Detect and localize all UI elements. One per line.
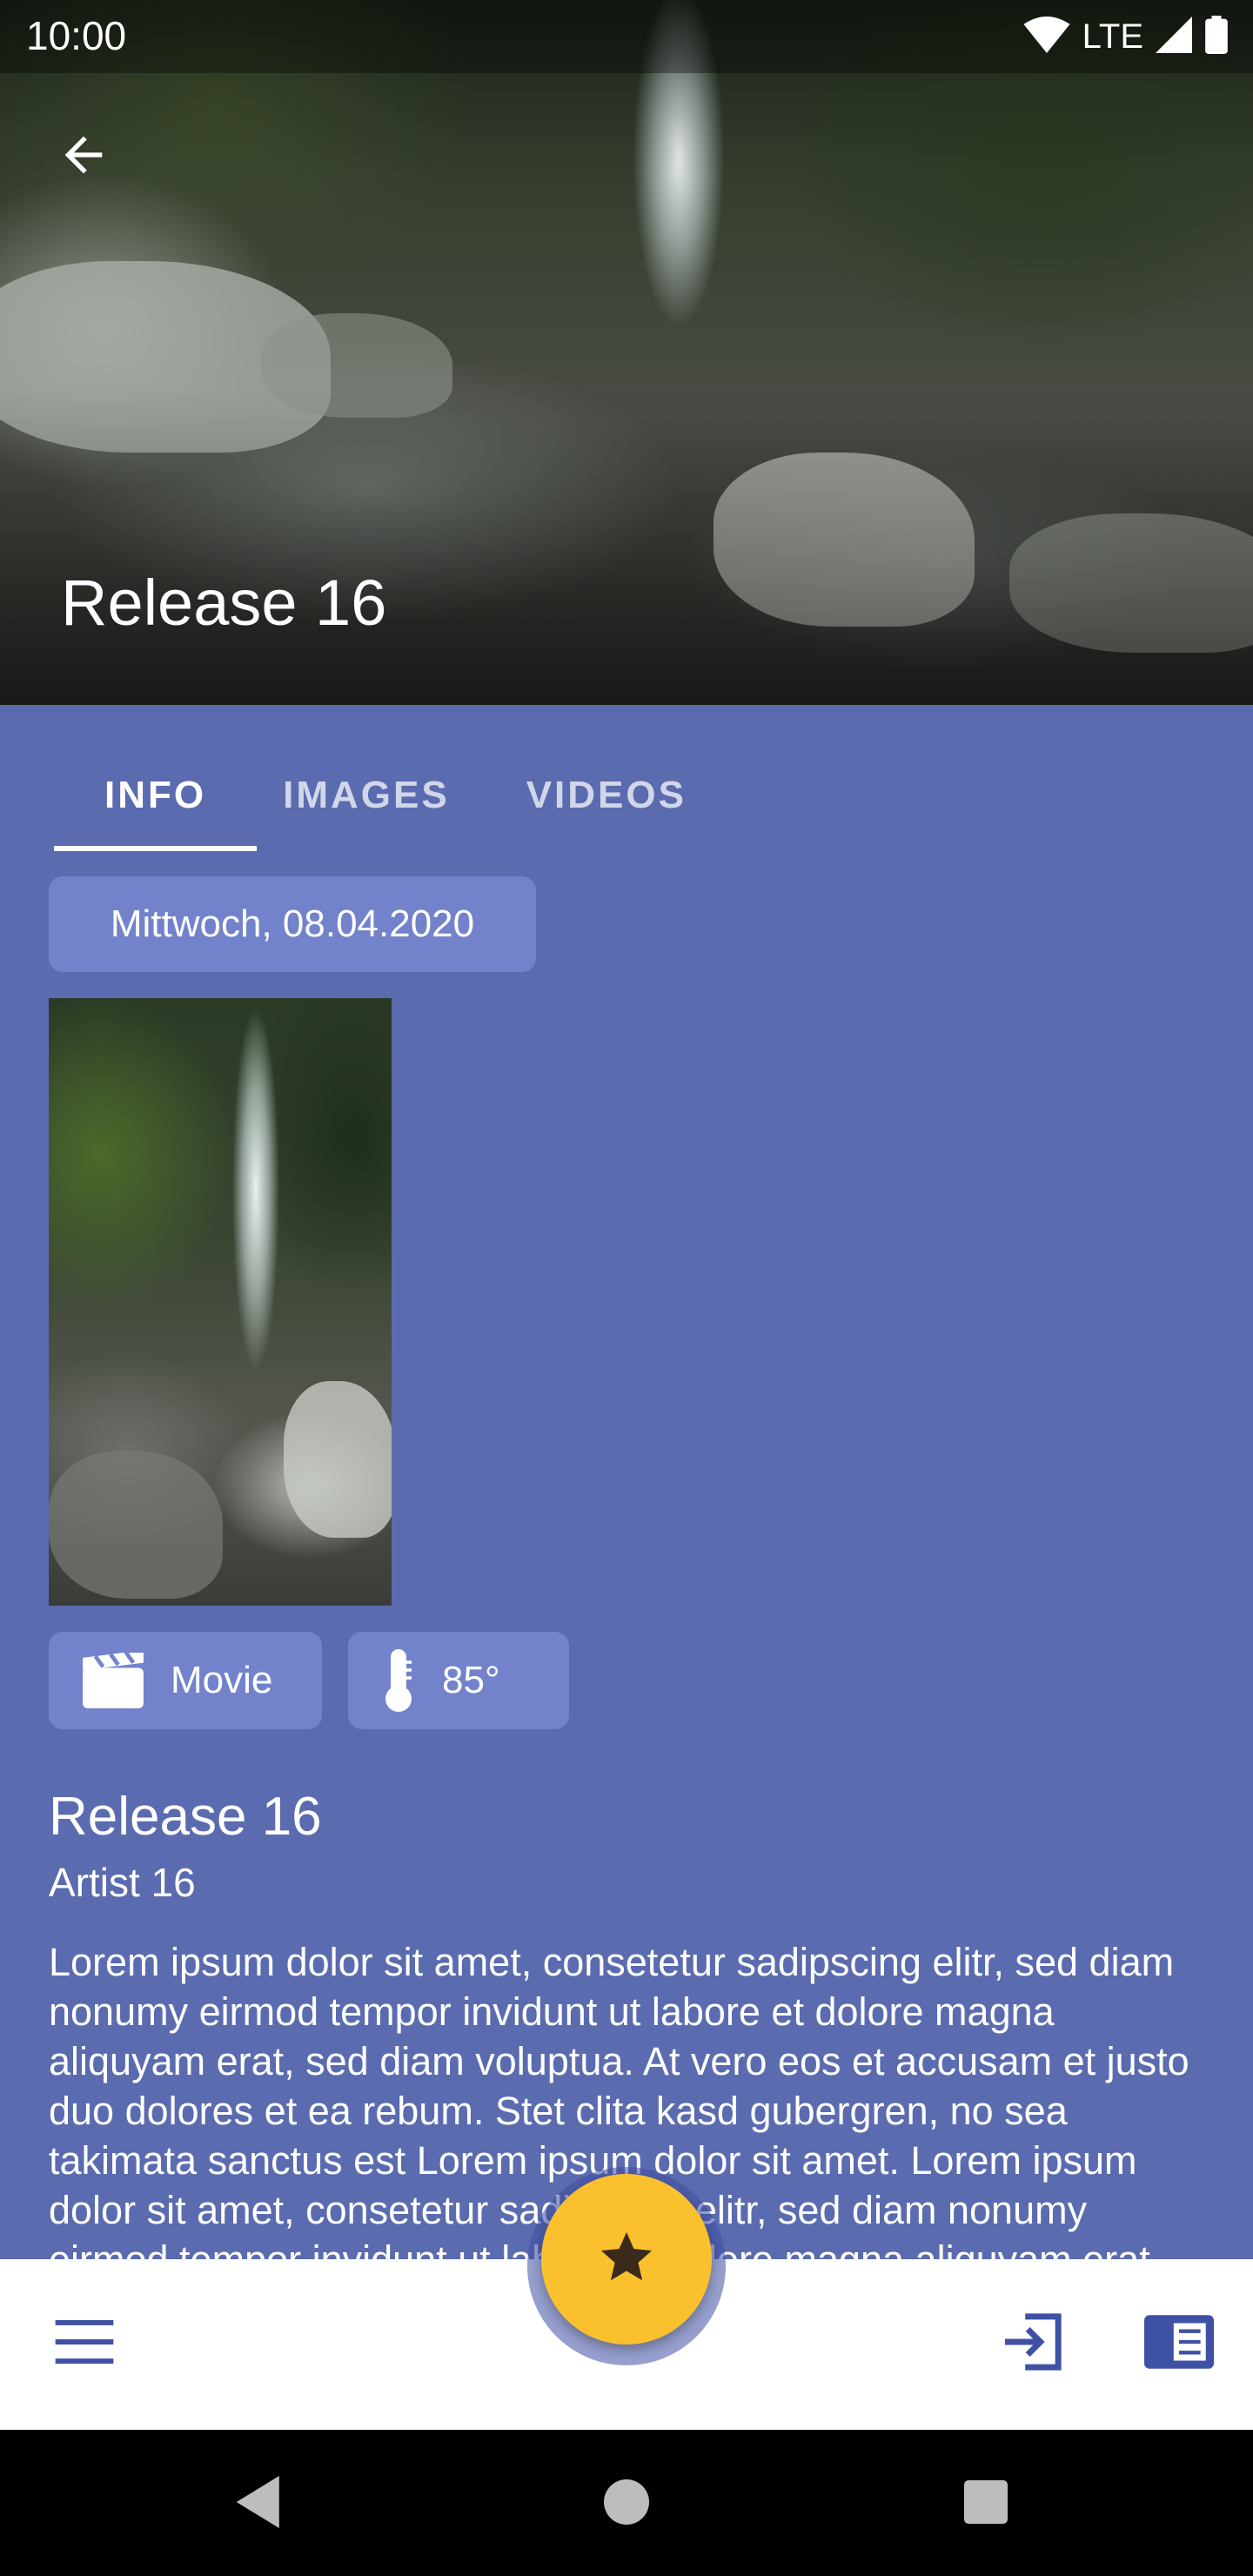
nav-home-button[interactable] — [587, 2465, 666, 2543]
nav-back-button[interactable] — [221, 2465, 299, 2543]
artist-name: Artist 16 — [49, 1860, 196, 1905]
page-title: Release 16 — [61, 567, 387, 639]
tab-images[interactable]: IMAGES — [257, 740, 476, 851]
menu-icon — [55, 2319, 114, 2368]
circle-home-icon — [604, 2479, 649, 2529]
rating-label: 85° — [442, 1659, 500, 1701]
square-recents-icon — [964, 2479, 1008, 2528]
tab-bar: INFO IMAGES VIDEOS — [54, 740, 737, 851]
date-chip: Mittwoch, 08.04.2020 — [49, 876, 536, 972]
nav-recents-button[interactable] — [947, 2465, 1025, 2543]
reader-button[interactable] — [1140, 2304, 1218, 2383]
wifi-icon — [1023, 17, 1070, 57]
release-title: Release 16 — [49, 1787, 322, 1847]
triangle-back-icon — [236, 2475, 285, 2532]
tab-videos[interactable]: VIDEOS — [476, 740, 737, 851]
battery-icon — [1204, 16, 1229, 58]
signal-icon — [1156, 17, 1192, 57]
login-button[interactable] — [994, 2304, 1072, 2383]
thermometer-icon — [381, 1649, 416, 1712]
back-button[interactable] — [49, 122, 118, 191]
status-bar: 10:00 LTE — [0, 0, 1253, 73]
menu-button[interactable] — [45, 2304, 124, 2383]
rating-chip[interactable]: 85° — [348, 1632, 569, 1729]
status-time: 10:00 — [26, 13, 127, 58]
tab-info[interactable]: INFO — [54, 740, 258, 851]
network-type: LTE — [1082, 17, 1143, 56]
reader-icon — [1144, 2314, 1214, 2373]
poster-image[interactable] — [49, 998, 392, 1606]
system-nav-bar — [0, 2430, 1253, 2576]
star-icon — [596, 2227, 657, 2292]
login-icon — [1002, 2312, 1063, 2375]
type-chip[interactable]: Movie — [49, 1632, 322, 1729]
arrow-back-icon — [56, 127, 111, 187]
favorite-fab[interactable] — [541, 2174, 712, 2345]
clapperboard-icon — [82, 1653, 144, 1708]
type-label: Movie — [171, 1659, 273, 1701]
